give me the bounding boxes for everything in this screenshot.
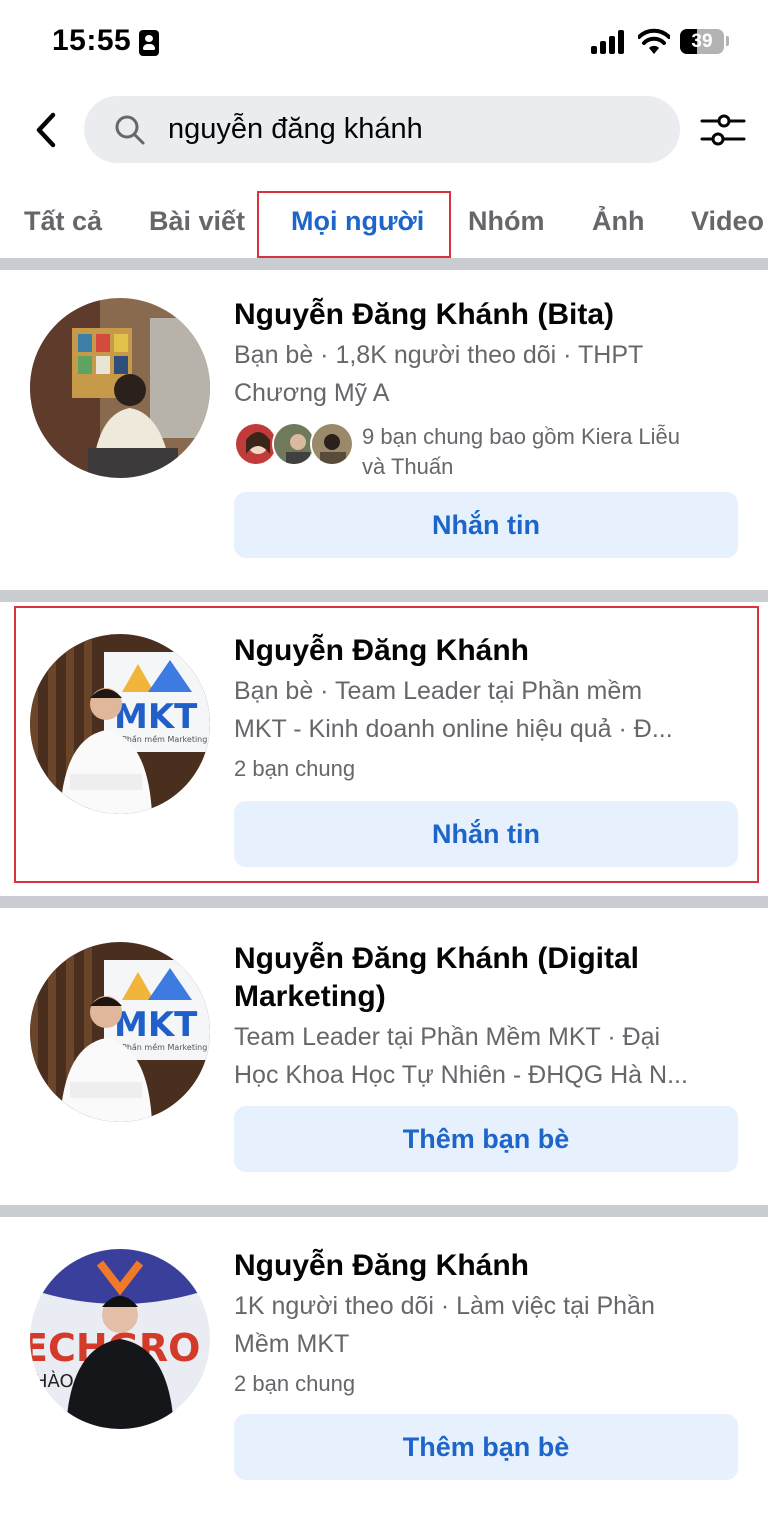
filter-sliders-icon [700, 114, 746, 146]
result-meta: 1K người theo dõi · Làm việc tại Phần Mề… [234, 1287, 740, 1363]
status-time: 15:55 [52, 24, 132, 57]
result-meta-line: 1K người theo dõi · Làm việc tại Phần [234, 1292, 655, 1320]
result-meta-line: Mềm MKT [234, 1330, 350, 1358]
mutual-friends-line: 9 bạn chung bao gồm Kiera Liễu [362, 424, 681, 449]
battery-cap [726, 36, 729, 46]
add-friend-button[interactable]: Thêm bạn bè [234, 1106, 738, 1172]
result-meta: Team Leader tại Phần Mềm MKT · Đại Học K… [234, 1018, 740, 1094]
mutual-friends-text: 2 bạn chung [234, 1371, 356, 1396]
cellular-signal-icon [591, 30, 627, 54]
result-info: Nguyễn Đăng Khánh (Bita) Bạn bè · 1,8K n… [234, 296, 740, 482]
result-name[interactable]: Nguyễn Đăng Khánh [234, 1247, 740, 1285]
add-friend-button[interactable]: Thêm bạn bè [234, 1414, 738, 1480]
section-divider [0, 258, 768, 270]
search-icon [114, 114, 146, 146]
back-button[interactable] [26, 106, 66, 154]
tab-groups[interactable]: Nhóm [468, 186, 545, 258]
result-name[interactable]: Nguyễn Đăng Khánh (Digital Marketing) [234, 940, 740, 1016]
section-divider [0, 1205, 768, 1217]
active-tab-highlight-box [257, 191, 451, 258]
selected-result-highlight-box [14, 606, 759, 883]
result-meta-line: Chương Mỹ A [234, 379, 390, 407]
battery-percentage: 39 [691, 31, 713, 52]
search-query: nguyễn đăng khánh [168, 113, 423, 145]
result-info: Nguyễn Đăng Khánh 1K người theo dõi · Là… [234, 1247, 740, 1399]
avatar-logo-text: MKT [114, 1005, 198, 1045]
result-meta-line: Bạn bè · 1,8K người theo dõi · THPT [234, 341, 644, 369]
tab-photos[interactable]: Ảnh [592, 186, 644, 258]
wifi-icon [638, 28, 670, 54]
search-input[interactable]: nguyễn đăng khánh [84, 96, 680, 163]
tab-posts[interactable]: Bài viết [149, 186, 245, 258]
status-bar: 15:55 39 [0, 0, 768, 86]
search-result-card[interactable]: MKT Phần mềm Marketing Nguyễn Đăng Khánh… [0, 908, 768, 1206]
result-name-line: Marketing) [234, 980, 386, 1013]
mutual-friends-text: 9 bạn chung bao gồm Kiera Liễu và Thuấn [362, 422, 680, 482]
battery-icon: 39 [680, 29, 724, 54]
result-name[interactable]: Nguyễn Đăng Khánh (Bita) [234, 296, 740, 334]
section-divider [0, 590, 768, 602]
search-result-card[interactable]: Nguyễn Đăng Khánh (Bita) Bạn bè · 1,8K n… [0, 270, 768, 590]
mutual-friend-avatar [310, 422, 354, 466]
avatar[interactable] [30, 298, 210, 478]
search-result-card[interactable]: ECHGRO HÀO NGH Nguyễn Đăng Khánh 1K ngườ… [0, 1217, 768, 1513]
avatar-logo-subtext: Phần mềm Marketing [122, 1042, 207, 1052]
tab-videos[interactable]: Video [691, 186, 764, 258]
avatar[interactable]: MKT Phần mềm Marketing [30, 942, 210, 1122]
message-button[interactable]: Nhắn tin [234, 492, 738, 558]
result-name-line: Nguyễn Đăng Khánh (Digital [234, 942, 639, 975]
chevron-left-icon [36, 112, 56, 148]
result-meta-line: Team Leader tại Phần Mềm MKT · Đại [234, 1023, 661, 1051]
contact-card-icon [139, 30, 159, 56]
section-divider [0, 896, 768, 908]
mutual-friends-line: và Thuấn [362, 454, 454, 479]
filter-button[interactable] [700, 108, 748, 152]
tab-all[interactable]: Tất cả [24, 186, 102, 258]
mutual-friends-row: 9 bạn chung bao gồm Kiera Liễu và Thuấn [234, 422, 740, 482]
mutual-friends-avatars [234, 422, 358, 466]
result-meta: Bạn bè · 1,8K người theo dõi · THPT Chươ… [234, 336, 740, 412]
avatar[interactable]: ECHGRO HÀO NGH [30, 1249, 210, 1429]
result-info: Nguyễn Đăng Khánh (Digital Marketing) Te… [234, 940, 740, 1094]
result-meta-line: Học Khoa Học Tự Nhiên - ĐHQG Hà N... [234, 1061, 688, 1089]
